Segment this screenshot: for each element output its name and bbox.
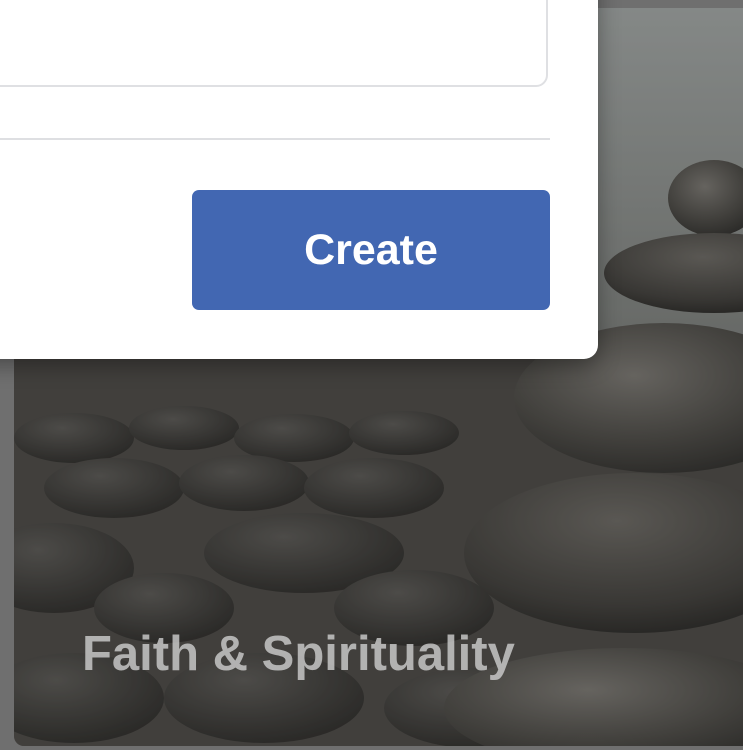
create-dialog: Create	[0, 0, 598, 359]
create-button[interactable]: Create	[192, 190, 550, 310]
dialog-divider	[0, 138, 550, 140]
description-textarea[interactable]	[0, 0, 548, 87]
page: Faith & Spirituality Create	[0, 0, 743, 750]
category-title: Faith & Spirituality	[82, 627, 515, 681]
